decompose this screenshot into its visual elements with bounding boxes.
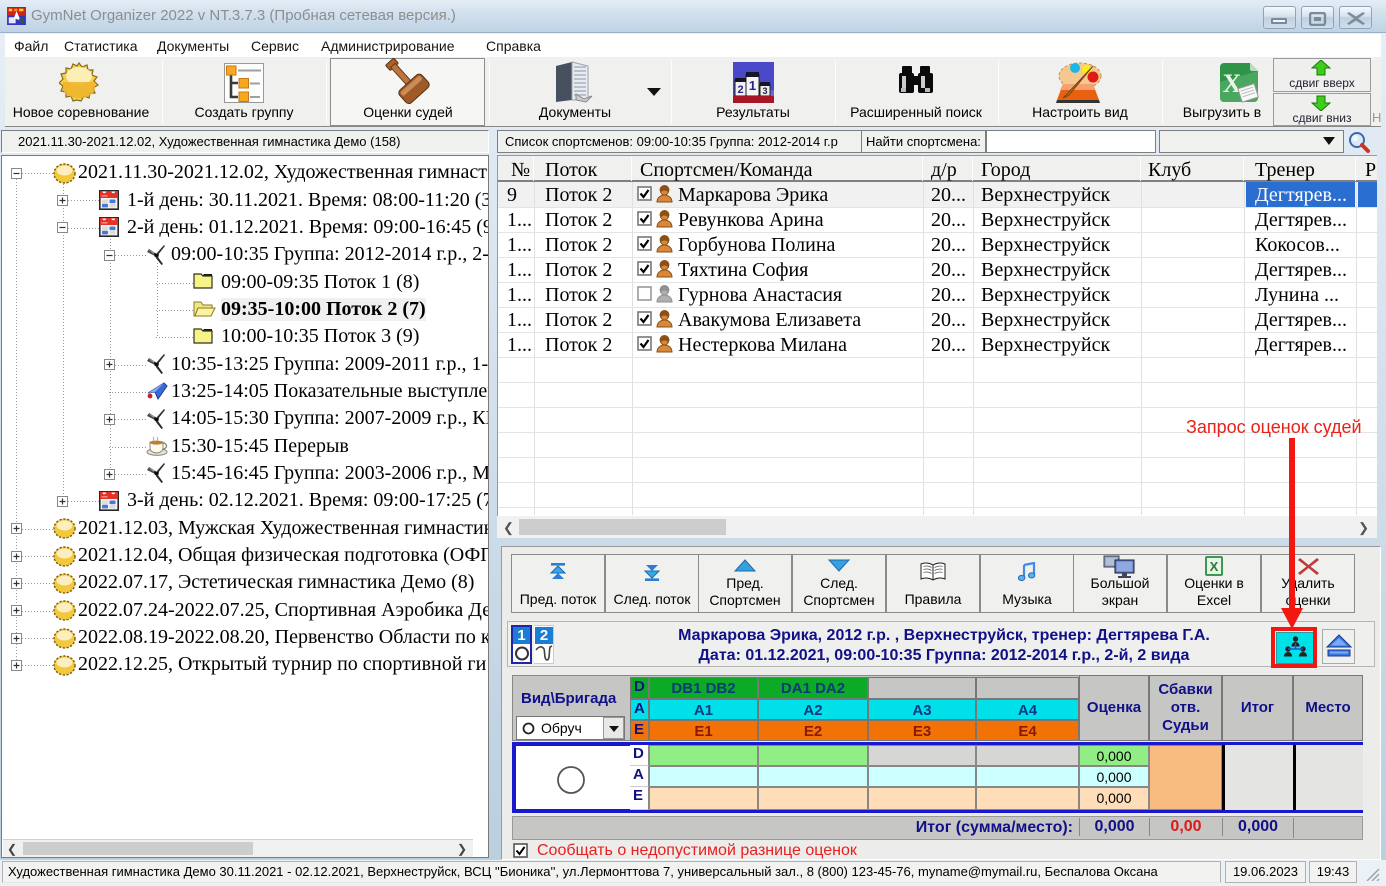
svg-text:2: 2 [737,84,743,96]
svg-text:1: 1 [749,78,756,93]
svg-text:3: 3 [762,86,767,96]
svg-text:X: X [1210,559,1219,574]
svg-text:X: X [1223,69,1242,98]
